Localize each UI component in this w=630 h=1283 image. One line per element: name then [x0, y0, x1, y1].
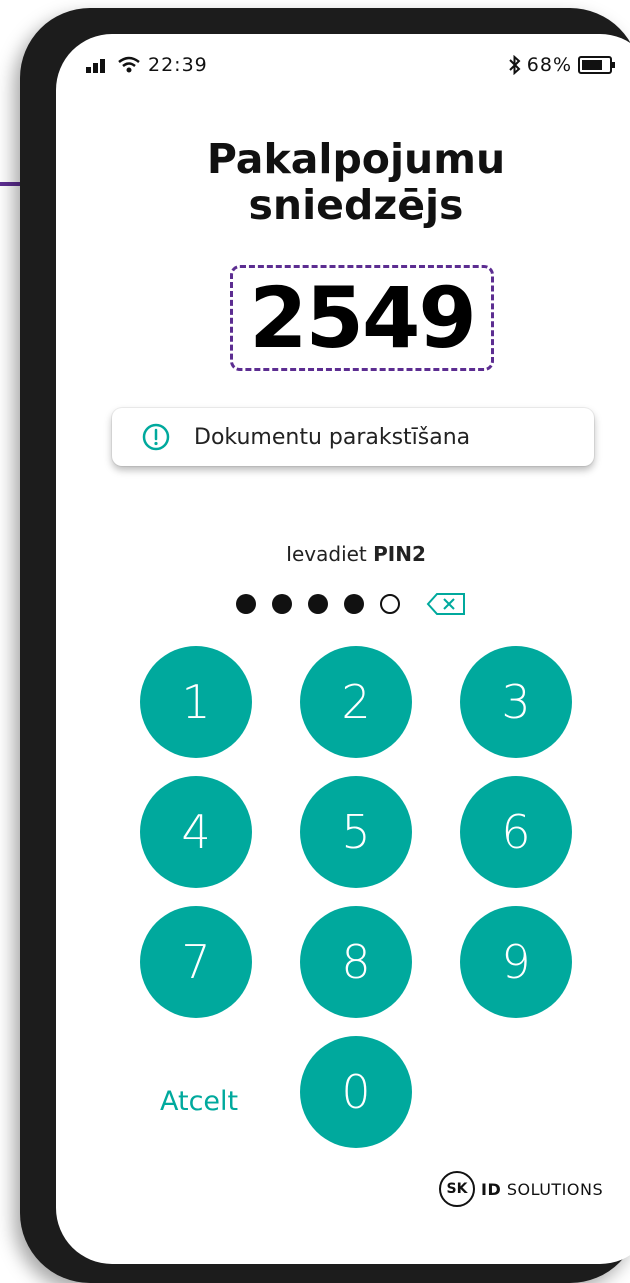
keypad-key-3[interactable]: 3 [460, 646, 572, 758]
pin-dot-filled [308, 594, 328, 614]
phone-frame: 22:39 68% Pakalpojumu sniedzējs 2549 Dok… [20, 8, 630, 1283]
verification-code: 2549 [249, 269, 477, 367]
pin-prompt: Ievadiet PIN2 [56, 542, 630, 566]
info-icon [142, 423, 170, 451]
status-time: 22:39 [148, 54, 208, 76]
info-card: Dokumentu parakstīšana [112, 408, 594, 466]
pin-dot-empty [380, 594, 400, 614]
battery-percentage: 68% [526, 54, 572, 76]
backspace-icon[interactable] [426, 592, 466, 616]
logo-brand: ID [481, 1179, 502, 1199]
cancel-button[interactable]: Atcelt [160, 1086, 238, 1117]
keypad-key-8[interactable]: 8 [300, 906, 412, 1018]
pin-prompt-text: Ievadiet [286, 542, 374, 566]
page-title-line-2: sniedzējs [248, 181, 464, 229]
pin-name: PIN2 [373, 542, 426, 566]
battery-icon [578, 56, 615, 74]
keypad-key-7[interactable]: 7 [140, 906, 252, 1018]
pin-indicator [236, 592, 466, 616]
keypad-key-6[interactable]: 6 [460, 776, 572, 888]
keypad-key-4[interactable]: 4 [140, 776, 252, 888]
logo-text: ID SOLUTIONS [481, 1180, 603, 1199]
verification-code-box: 2549 [230, 265, 494, 371]
keypad-key-1[interactable]: 1 [140, 646, 252, 758]
keypad-key-5[interactable]: 5 [300, 776, 412, 888]
pin-dot-filled [236, 594, 256, 614]
pin-dot-filled [272, 594, 292, 614]
bluetooth-icon [509, 55, 521, 75]
logo-suffix: SOLUTIONS [501, 1179, 604, 1199]
phone-screen: 22:39 68% Pakalpojumu sniedzējs 2549 Dok… [56, 34, 630, 1264]
keypad-key-9[interactable]: 9 [460, 906, 572, 1018]
sk-id-solutions-logo: SK ID SOLUTIONS [439, 1171, 603, 1207]
signal-bars-icon [86, 59, 105, 73]
page-title-line-1: Pakalpojumu [206, 135, 506, 183]
wifi-icon [118, 56, 140, 73]
keypad-key-0[interactable]: 0 [300, 1036, 412, 1148]
status-bar: 22:39 68% [56, 34, 630, 104]
pin-dot-filled [344, 594, 364, 614]
logo-badge: SK [439, 1171, 475, 1207]
info-card-text: Dokumentu parakstīšana [194, 424, 471, 450]
keypad-key-2[interactable]: 2 [300, 646, 412, 758]
